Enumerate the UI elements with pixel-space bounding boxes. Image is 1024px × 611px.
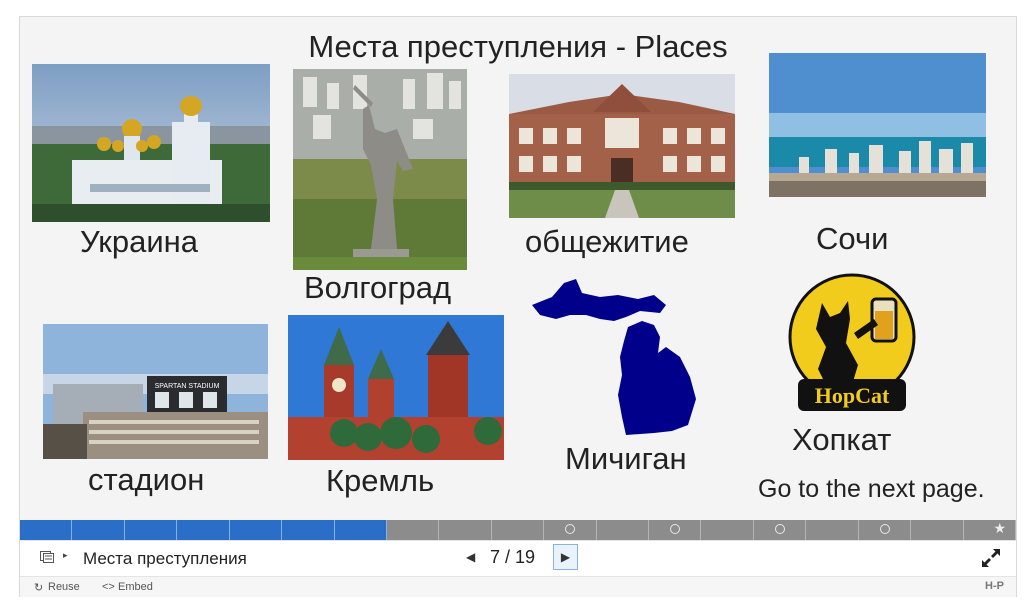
hopcat-label: Хопкат [792, 422, 892, 457]
hopcat-logo-text: HopCat [815, 383, 890, 408]
progress-segment[interactable] [544, 520, 597, 540]
task-indicator-icon [775, 524, 786, 534]
ukraine-image[interactable] [32, 64, 270, 222]
progress-segment[interactable] [229, 520, 283, 540]
task-star-icon: ★ [993, 520, 1006, 536]
slide-counter: 7 / 19 [490, 547, 536, 567]
michigan-map[interactable] [530, 275, 710, 440]
progress-segment[interactable] [177, 520, 230, 540]
progress-segment[interactable] [334, 520, 387, 540]
volgograd-label: Волгоград [304, 270, 452, 305]
navigation-bar: ▸ Места преступления ◀ 7 / 19 ▶ [20, 540, 1016, 577]
sochi-label: Сочи [816, 221, 889, 256]
next-page-link[interactable]: Go to the next page. [758, 475, 985, 504]
stadium-sign: SPARTAN STADIUM [155, 383, 220, 390]
progress-segment[interactable] [964, 520, 1016, 540]
task-indicator-icon [565, 524, 576, 534]
slide: Места преступления - Places Украина Волг… [20, 17, 1016, 520]
reuse-link[interactable]: Reuse [48, 581, 80, 593]
progress-segment[interactable] [20, 520, 73, 540]
progress-segment[interactable] [492, 520, 545, 540]
reuse-icon[interactable]: ↻ [34, 581, 43, 594]
h5p-logo: H-P [985, 580, 1004, 592]
progress-segment[interactable] [701, 520, 754, 540]
stadium-label: стадион [88, 462, 205, 497]
dorm-label: общежитие [525, 224, 689, 259]
table-of-contents-icon[interactable] [40, 551, 54, 563]
footer: ↻ Reuse <> Embed H-P [20, 576, 1016, 597]
michigan-label: Мичиган [565, 441, 687, 476]
volgograd-image[interactable] [293, 69, 467, 270]
embed-link[interactable]: Embed [118, 581, 153, 593]
sochi-image[interactable] [769, 53, 986, 197]
hopcat-logo[interactable]: HopCat [788, 273, 916, 421]
next-slide-button[interactable]: ▶ [553, 544, 578, 570]
task-indicator-icon [670, 524, 681, 534]
progress-segment[interactable] [72, 520, 125, 540]
task-indicator-icon [879, 524, 890, 534]
progress-segment[interactable] [754, 520, 807, 540]
kremlin-label: Кремль [326, 463, 435, 498]
progress-segment[interactable] [859, 520, 912, 540]
next-arrow-icon: ▶ [560, 550, 571, 564]
ukraine-label: Украина [80, 224, 199, 259]
progress-segment[interactable] [649, 520, 702, 540]
prev-arrow-icon[interactable]: ◀ [466, 550, 475, 564]
kremlin-image[interactable] [288, 315, 504, 460]
chevron-right-icon[interactable]: ▸ [63, 550, 68, 561]
fullscreen-icon[interactable] [980, 547, 1002, 569]
embed-icon[interactable]: <> [102, 581, 115, 593]
progress-segment[interactable] [282, 520, 335, 540]
dorm-image[interactable] [509, 74, 735, 218]
stadium-image[interactable]: SPARTAN STADIUM [43, 324, 268, 459]
progress-segment[interactable] [911, 520, 964, 540]
progress-segment[interactable] [124, 520, 178, 540]
progress-segment[interactable] [387, 520, 440, 540]
h5p-presentation: Места преступления - Places Украина Волг… [19, 16, 1017, 597]
progress-bar[interactable]: ★ [20, 520, 1016, 540]
progress-segment[interactable] [439, 520, 492, 540]
progress-segment[interactable] [597, 520, 650, 540]
progress-segment[interactable] [806, 520, 859, 540]
section-title: Места преступления [83, 549, 247, 568]
